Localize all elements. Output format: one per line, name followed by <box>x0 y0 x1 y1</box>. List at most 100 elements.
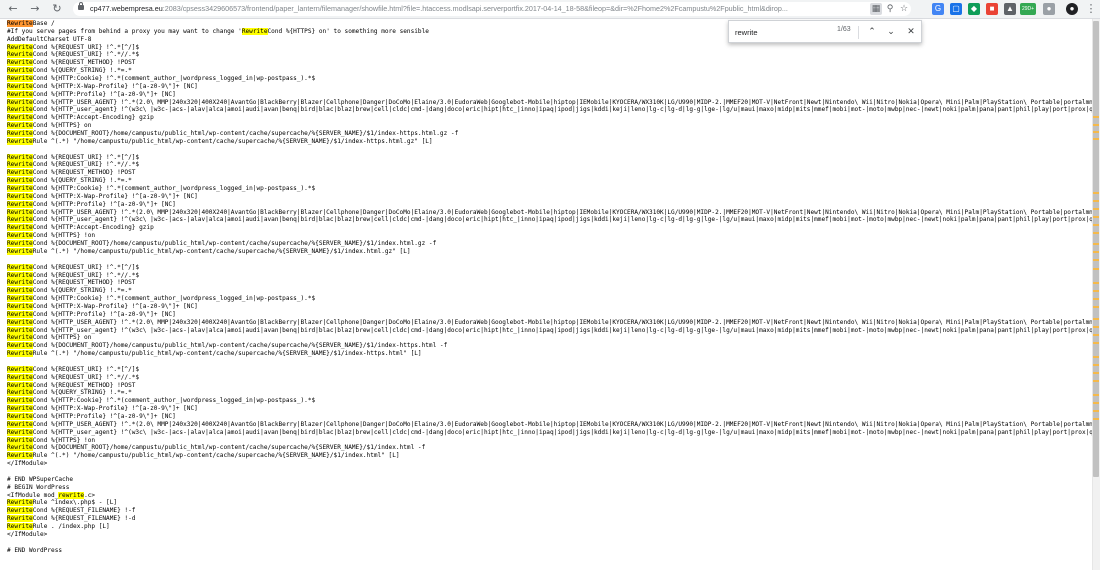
scrollbar-match-marker <box>1093 318 1099 320</box>
scrollbar-match-marker <box>1093 232 1099 234</box>
code-line: RewriteRule ^index\.php$ - [L] <box>7 499 118 507</box>
scrollbar-match-marker <box>1093 251 1099 253</box>
search-match-highlight: Rewrite <box>7 279 33 287</box>
forward-arrow-icon[interactable]: → <box>28 2 42 16</box>
scrollbar-match-marker <box>1093 224 1099 226</box>
search-match-highlight: Rewrite <box>7 263 33 271</box>
code-line: RewriteCond %{HTTP:Profile} !^[a-z0-9\"]… <box>7 90 176 98</box>
puzzle-extension-icon[interactable]: ▲ <box>1004 3 1016 15</box>
code-line: RewriteCond %{QUERY_STRING} !.*=.* <box>7 67 132 75</box>
code-line: RewriteCond %{HTTP:X-Wap-Profile} !^[a-z… <box>7 405 198 413</box>
extension-icon-2[interactable]: ● <box>1043 3 1055 15</box>
search-match-highlight: Rewrite <box>7 247 33 255</box>
code-line: RewriteCond %{HTTP:Cookie} !^.*(comment_… <box>7 185 316 193</box>
back-arrow-icon[interactable]: ← <box>6 2 20 16</box>
scrollbar-match-marker <box>1093 410 1099 412</box>
search-match-highlight: Rewrite <box>7 232 33 240</box>
code-line: # END WPSuperCache <box>7 475 74 483</box>
code-line: RewriteCond %{HTTP_USER_AGENT} !^.*(2.0\… <box>7 420 1092 428</box>
scrollbar-match-marker <box>1093 131 1099 133</box>
code-line: RewriteCond %{DOCUMENT_ROOT}/home/campus… <box>7 130 459 138</box>
search-match-highlight: Rewrite <box>7 216 33 224</box>
browser-toolbar: ← → ↻ cp477.webempresa.eu:2083/cpsess342… <box>0 0 1100 19</box>
file-content: RewriteBase / #If you serve pages from be… <box>7 20 1092 570</box>
scrollbar-match-marker <box>1093 356 1099 358</box>
find-input[interactable] <box>735 25 845 39</box>
search-match-highlight: Rewrite <box>7 185 33 193</box>
red-extension-icon[interactable]: ■ <box>986 3 998 15</box>
code-line: RewriteCond %{HTTP_USER_AGENT} !^.*(2.0\… <box>7 98 1092 106</box>
code-line: RewriteCond %{HTTPS} on <box>7 122 92 130</box>
code-line: RewriteCond %{REQUEST_URI} !^.*[^/]$ <box>7 153 140 161</box>
search-match-highlight: Rewrite <box>7 153 33 161</box>
scrollbar-match-marker <box>1093 200 1099 202</box>
url-path: :2083/cpsess3429606573/frontend/paper_la… <box>162 4 788 13</box>
search-match-highlight: Rewrite <box>7 169 33 177</box>
code-line: RewriteCond %{DOCUMENT_ROOT}/home/campus… <box>7 444 426 452</box>
scrollbar-match-marker <box>1093 124 1099 126</box>
code-line: </IfModule> <box>7 460 48 468</box>
code-line: RewriteCond %{HTTP:Accept-Encoding} gzip <box>7 114 154 122</box>
search-match-highlight: Rewrite <box>7 295 33 303</box>
find-divider <box>858 26 859 39</box>
chevron-down-icon[interactable]: ⌄ <box>884 25 898 39</box>
search-match-highlight: Rewrite <box>7 287 33 295</box>
code-line: RewriteCond %{HTTPS} on <box>7 334 92 342</box>
search-match-highlight: Rewrite <box>7 342 33 350</box>
search-match-highlight: Rewrite <box>7 381 33 389</box>
url-domain: cp477.webempresa.eu <box>90 4 163 13</box>
search-match-highlight: Rewrite <box>7 302 33 310</box>
shield-extension-icon[interactable]: ◆ <box>968 3 980 15</box>
search-match-highlight: Rewrite <box>7 365 33 373</box>
address-bar[interactable]: cp477.webempresa.eu:2083/cpsess342960657… <box>73 2 911 16</box>
code-line: RewriteCond %{HTTP:X-Wap-Profile} !^[a-z… <box>7 82 198 90</box>
code-line: RewriteCond %{HTTP:X-Wap-Profile} !^[a-z… <box>7 192 198 200</box>
extension-icon[interactable]: ▢ <box>950 3 962 15</box>
code-line: RewriteRule . /index.php [L] <box>7 523 110 530</box>
search-match-highlight: Rewrite <box>7 420 33 428</box>
code-line: RewriteCond %{REQUEST_FILENAME} !-f <box>7 507 136 515</box>
profile-avatar-icon[interactable]: ● <box>1066 3 1078 15</box>
code-line: RewriteCond %{DOCUMENT_ROOT}/home/campus… <box>7 342 448 350</box>
code-line: RewriteCond %{QUERY_STRING} !.*=.* <box>7 389 132 397</box>
close-icon[interactable]: ✕ <box>904 25 918 39</box>
code-line: RewriteBase / <box>7 20 55 27</box>
code-line: RewriteCond %{HTTP:Cookie} !^.*(comment_… <box>7 295 316 303</box>
search-icon[interactable]: ⚲ <box>884 3 896 15</box>
scrollbar-match-marker <box>1093 208 1099 210</box>
code-line: # END WordPress <box>7 546 63 554</box>
code-line: RewriteCond %{HTTP_user_agent} !^(w3c\ |… <box>7 428 1092 436</box>
scrollbar-match-marker <box>1093 418 1099 420</box>
scrollbar-match-marker <box>1093 394 1099 396</box>
code-line: RewriteCond %{HTTP:Cookie} !^.*(comment_… <box>7 397 316 405</box>
scrollbar-thumb[interactable] <box>1093 21 1099 477</box>
search-match-highlight: Rewrite <box>7 271 33 279</box>
search-match-highlight: Rewrite <box>7 122 33 130</box>
scrollbar-match-marker <box>1093 243 1099 245</box>
badge-extension-icon[interactable]: 29D+ <box>1020 3 1036 15</box>
code-line: RewriteCond %{HTTP:Accept-Encoding} gzip <box>7 224 154 232</box>
url-text[interactable]: cp477.webempresa.eu:2083/cpsess342960657… <box>90 2 865 16</box>
search-match-highlight: Rewrite <box>7 106 33 114</box>
search-match-highlight: Rewrite <box>7 389 33 397</box>
bookmark-star-icon[interactable]: ☆ <box>898 3 910 15</box>
translate-extension-icon[interactable]: G <box>932 3 944 15</box>
search-match-highlight: Rewrite <box>7 444 33 452</box>
search-match-highlight: Rewrite <box>7 326 33 334</box>
code-line: RewriteCond %{HTTP_USER_AGENT} !^.*(2.0\… <box>7 318 1092 326</box>
page-info-icon[interactable]: ▦ <box>870 3 882 15</box>
search-match-highlight: Rewrite <box>7 428 33 436</box>
search-match-highlight: Rewrite <box>7 67 33 75</box>
chevron-up-icon[interactable]: ⌃ <box>865 25 879 39</box>
code-line: RewriteCond %{REQUEST_URI} !^.*//.*$ <box>7 161 140 169</box>
search-match-highlight: Rewrite <box>7 310 33 318</box>
search-match-highlight: Rewrite <box>7 499 33 507</box>
code-line: RewriteCond %{HTTPS} !on <box>7 232 96 240</box>
search-match-highlight: Rewrite <box>7 98 33 106</box>
scrollbar-match-marker <box>1093 334 1099 336</box>
search-match-highlight: Rewrite <box>7 208 33 216</box>
search-match-highlight: Rewrite <box>7 200 33 208</box>
reload-icon[interactable]: ↻ <box>50 2 64 16</box>
kebab-menu-icon[interactable]: ⋮ <box>1084 2 1098 16</box>
